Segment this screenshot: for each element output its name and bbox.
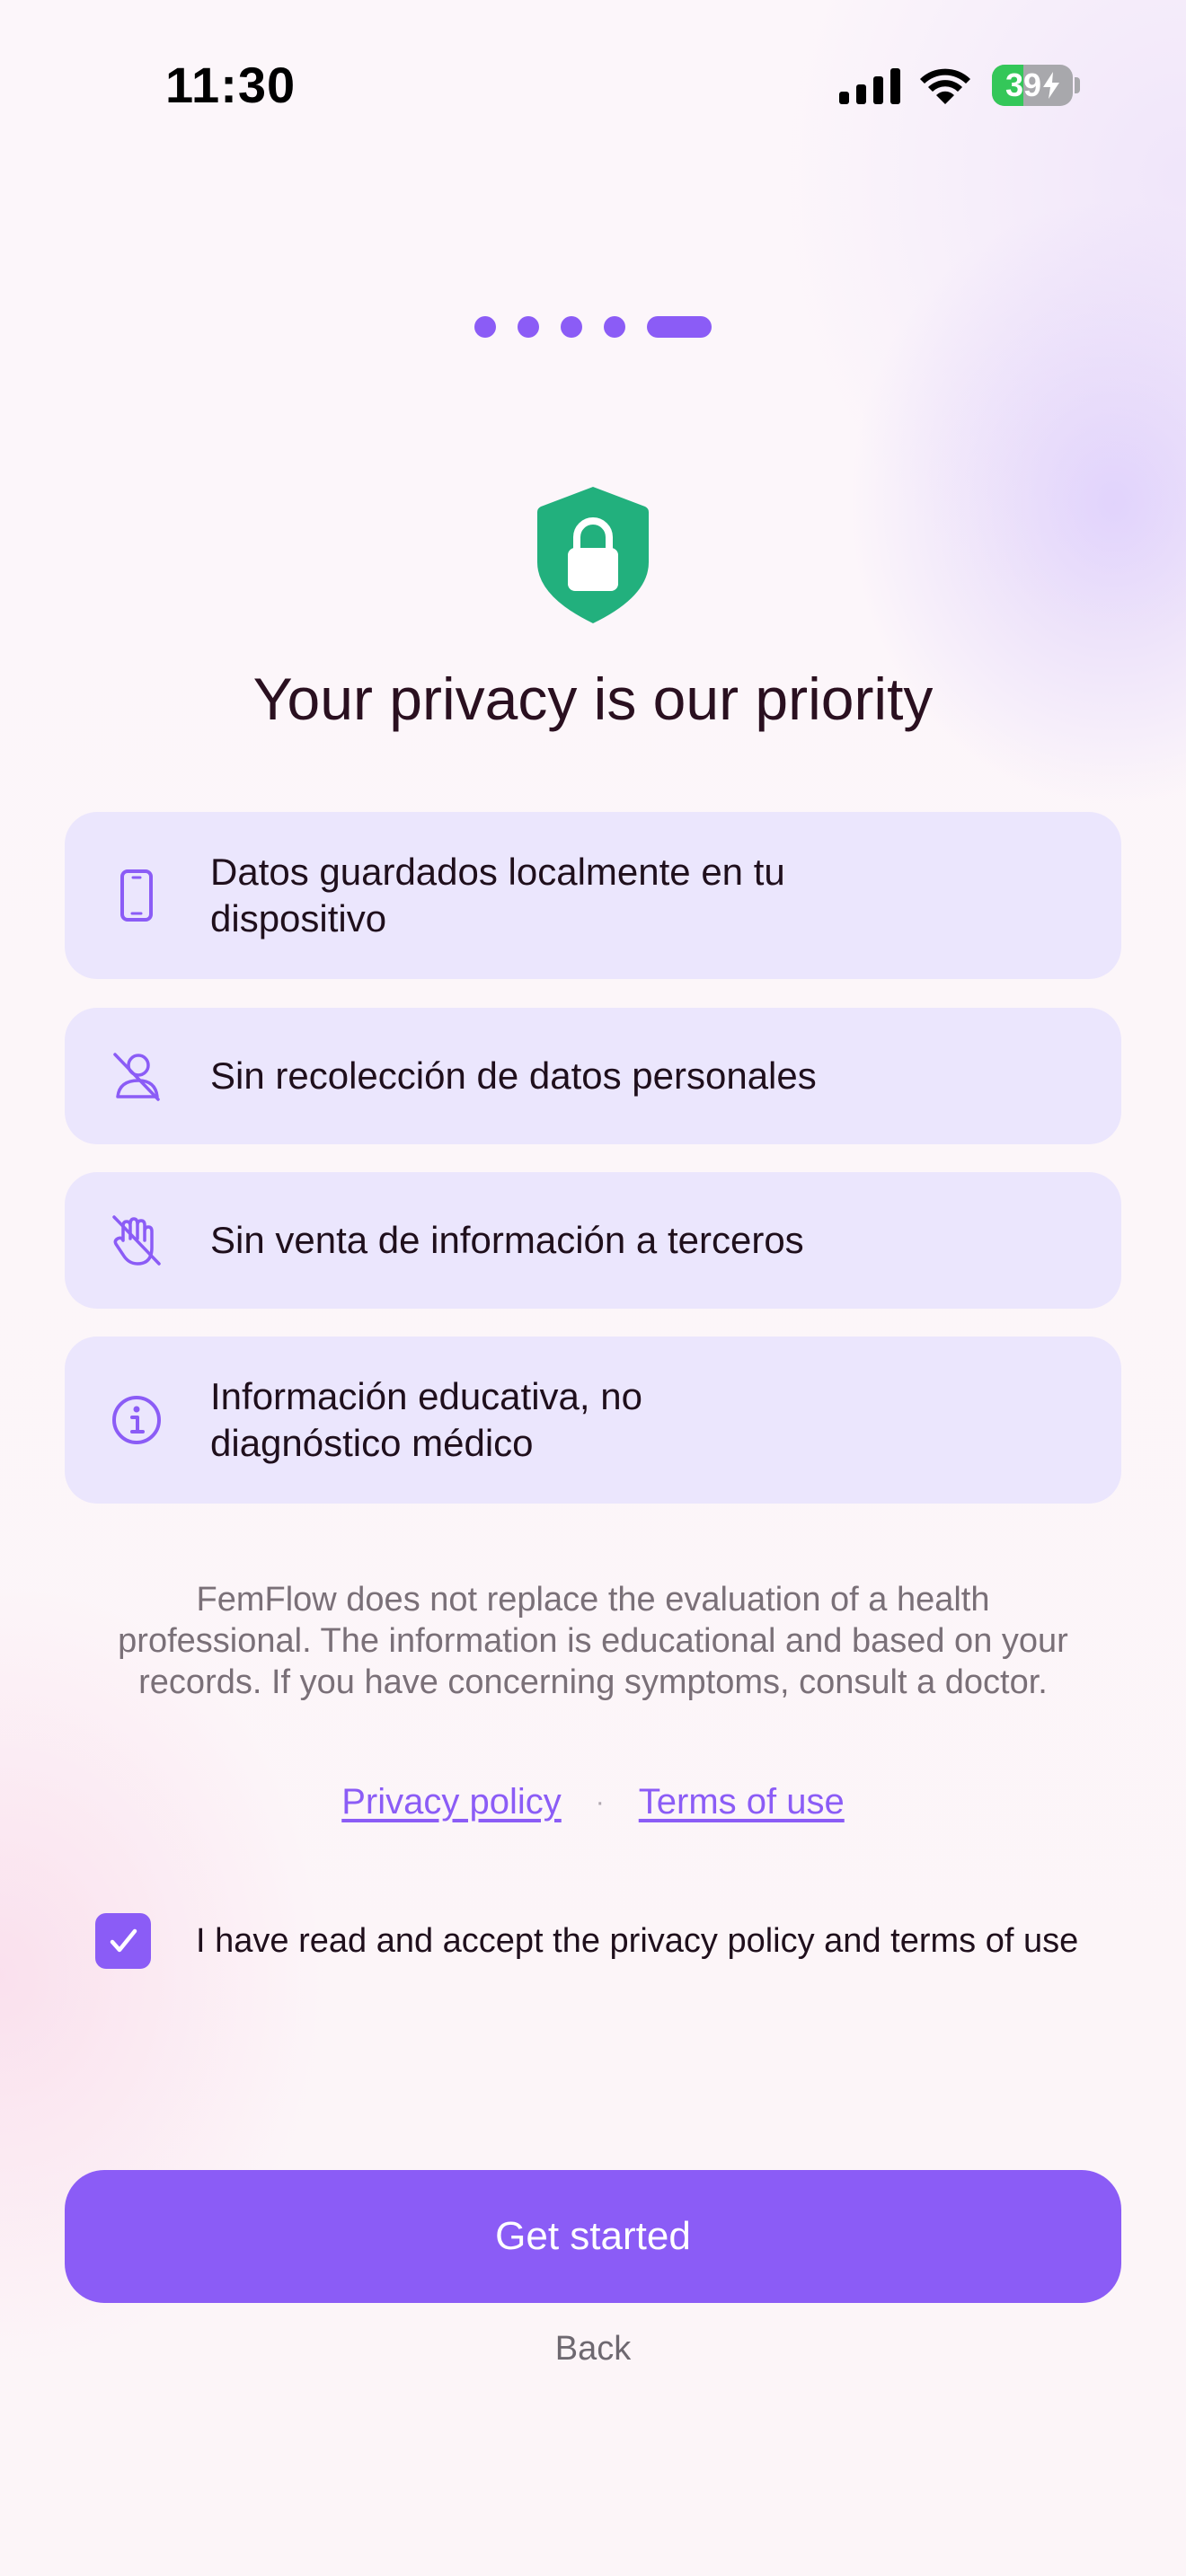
checkmark-icon: [110, 1928, 137, 1953]
privacy-policy-link[interactable]: Privacy policy: [341, 1782, 562, 1822]
charging-bolt-icon: [1043, 72, 1060, 99]
battery-indicator: 39: [992, 65, 1073, 106]
feature-line: Datos guardados localmente en tu: [210, 851, 785, 893]
battery-level: 39: [1005, 66, 1042, 103]
cellular-signal-icon: [839, 68, 900, 104]
info-icon: [110, 1393, 164, 1447]
get-started-button[interactable]: Get started: [65, 2170, 1121, 2303]
feature-line: Sin recolección de datos personales: [210, 1054, 817, 1097]
consent-label[interactable]: I have read and accept the privacy polic…: [196, 1922, 1078, 1961]
legal-links: Privacy policy · Terms of use: [0, 1782, 1186, 1822]
status-time: 11:30: [165, 57, 296, 113]
wifi-icon: [920, 68, 970, 104]
feature-card-no-data-sale: Sin venta de información a terceros: [65, 1172, 1121, 1309]
progress-dot: [518, 316, 539, 338]
feature-line: Información educativa, no: [210, 1375, 642, 1417]
consent-checkbox[interactable]: [95, 1913, 151, 1969]
terms-of-use-link[interactable]: Terms of use: [639, 1782, 845, 1822]
feature-card-local-storage: Datos guardados localmente en tu disposi…: [65, 812, 1121, 979]
progress-dot: [604, 316, 625, 338]
disclaimer-line: records. If you have concerning symptoms…: [138, 1663, 1048, 1701]
battery-nub: [1075, 77, 1080, 93]
smartphone-icon: [110, 869, 164, 922]
shield-lock-icon: [537, 487, 649, 623]
disclaimer-line: professional. The information is educati…: [118, 1622, 1068, 1660]
feature-line: diagnóstico médico: [210, 1422, 534, 1464]
medical-disclaimer: FemFlow does not replace the evaluation …: [90, 1579, 1096, 1703]
feature-card-educational-info: Información educativa, no diagnóstico mé…: [65, 1337, 1121, 1504]
feature-text: Datos guardados localmente en tu disposi…: [210, 849, 947, 942]
disclaimer-line: FemFlow does not replace the evaluation …: [196, 1581, 990, 1619]
link-separator: ·: [595, 1786, 605, 1817]
hand-off-icon: [110, 1213, 164, 1267]
progress-dot: [561, 316, 582, 338]
consent-row[interactable]: I have read and accept the privacy polic…: [95, 1913, 1078, 1969]
progress-dot-active: [647, 316, 712, 338]
back-button[interactable]: Back: [0, 2330, 1186, 2369]
user-off-icon: [110, 1049, 164, 1103]
feature-text: Información educativa, no diagnóstico mé…: [210, 1373, 947, 1467]
feature-line: Sin venta de información a terceros: [210, 1219, 804, 1261]
feature-card-no-data-collection: Sin recolección de datos personales: [65, 1008, 1121, 1144]
page-title: Your privacy is our priority: [252, 666, 934, 732]
progress-dot: [474, 316, 496, 338]
feature-text: Sin recolección de datos personales: [210, 1053, 947, 1099]
battery-level-text: 39: [992, 65, 1073, 106]
feature-line: dispositivo: [210, 897, 387, 940]
status-bar: 11:30 39: [0, 0, 1186, 171]
onboarding-progress: [0, 316, 1186, 338]
feature-text: Sin venta de información a terceros: [210, 1217, 947, 1264]
